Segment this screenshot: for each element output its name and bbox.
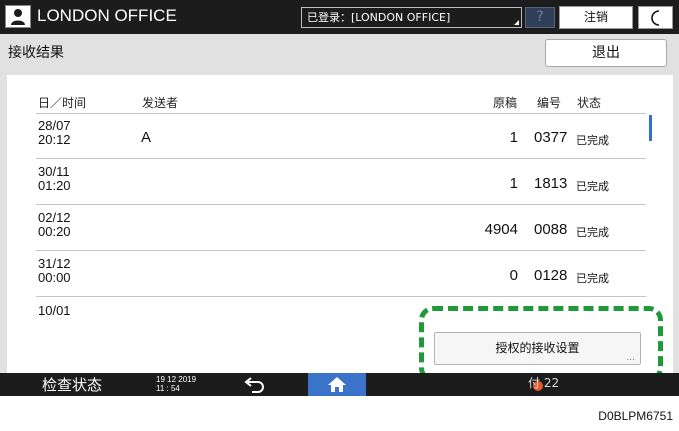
row-originals: 4904 <box>484 221 518 238</box>
row-date-time: 01:20 <box>38 178 71 193</box>
column-header-number: 编号 <box>537 96 562 110</box>
logout-button[interactable]: 注销 <box>559 6 633 29</box>
corner-triangle-icon <box>514 20 519 25</box>
scroll-indicator[interactable] <box>649 115 652 141</box>
user-button[interactable] <box>5 5 31 28</box>
row-date: 02/12 00:20 <box>38 211 71 239</box>
row-number: 0088 <box>534 221 568 238</box>
row-originals: 1 <box>509 175 518 192</box>
exit-button[interactable]: 退出 <box>545 39 667 67</box>
energy-saver-button[interactable] <box>638 6 673 29</box>
date-text: 19 12 2019 <box>156 375 197 384</box>
divider <box>36 158 646 159</box>
column-header-sender: 发送者 <box>142 96 179 110</box>
bottom-right-label[interactable]: 付 22 <box>528 374 559 391</box>
row-status: 已完成 <box>576 134 609 147</box>
page-title: 接收结果 <box>8 45 64 61</box>
divider <box>36 204 646 205</box>
column-header-status: 状态 <box>577 96 602 110</box>
row-originals: 1 <box>509 129 518 146</box>
top-bar: LONDON OFFICE 已登录：[LONDON OFFICE] ? 注销 <box>0 0 679 34</box>
divider <box>36 250 646 251</box>
row-number: 1813 <box>534 175 568 192</box>
check-status-button[interactable]: 检查状态 <box>42 374 102 395</box>
row-date-day: 31/12 <box>38 256 71 271</box>
login-status[interactable]: 已登录：[LONDON OFFICE] <box>301 7 522 28</box>
user-icon <box>11 9 25 25</box>
row-date: 28/07 20:12 <box>38 119 71 147</box>
row-date-time: 20:12 <box>38 132 71 147</box>
office-name: LONDON OFFICE <box>37 6 177 25</box>
time-text: 11 : 54 <box>156 384 180 393</box>
row-status: 已完成 <box>576 226 609 239</box>
help-button[interactable]: ? <box>525 7 555 28</box>
row-number: 0377 <box>534 129 568 146</box>
back-icon[interactable] <box>244 376 266 393</box>
row-date-day: 02/12 <box>38 210 71 225</box>
row-date: 10/01 <box>38 304 71 318</box>
home-button[interactable] <box>308 373 366 396</box>
row-date-time: 00:20 <box>38 224 71 239</box>
home-icon <box>328 377 346 392</box>
column-header-date: 日／时间 <box>38 96 87 110</box>
highlight-frame <box>419 306 663 382</box>
row-status: 已完成 <box>576 180 609 193</box>
row-sender: A <box>141 129 152 146</box>
row-date-day: 30/11 <box>38 164 70 179</box>
divider <box>36 113 646 114</box>
row-date-day: 10/01 <box>38 303 71 318</box>
moon-icon <box>651 10 660 26</box>
column-header-originals: 原稿 <box>493 96 518 110</box>
device-screen: LONDON OFFICE 已登录：[LONDON OFFICE] ? 注销 接… <box>0 0 679 396</box>
row-date: 31/12 00:00 <box>38 257 71 285</box>
row-status: 已完成 <box>576 272 609 285</box>
figure-code: D0BLPM6751 <box>598 409 673 423</box>
row-date: 30/11 01:20 <box>38 165 71 193</box>
datetime-display: 19 12 2019 11 : 54 <box>156 375 196 393</box>
login-status-text: 已登录：[LONDON OFFICE] <box>307 11 451 24</box>
bottom-bar: 检查状态 19 12 2019 11 : 54 付 22 <box>0 373 679 396</box>
row-number: 0128 <box>534 267 568 284</box>
row-date-time: 00:00 <box>38 270 71 285</box>
row-date-day: 28/07 <box>38 118 71 133</box>
divider <box>36 296 646 297</box>
row-originals: 0 <box>509 267 518 284</box>
